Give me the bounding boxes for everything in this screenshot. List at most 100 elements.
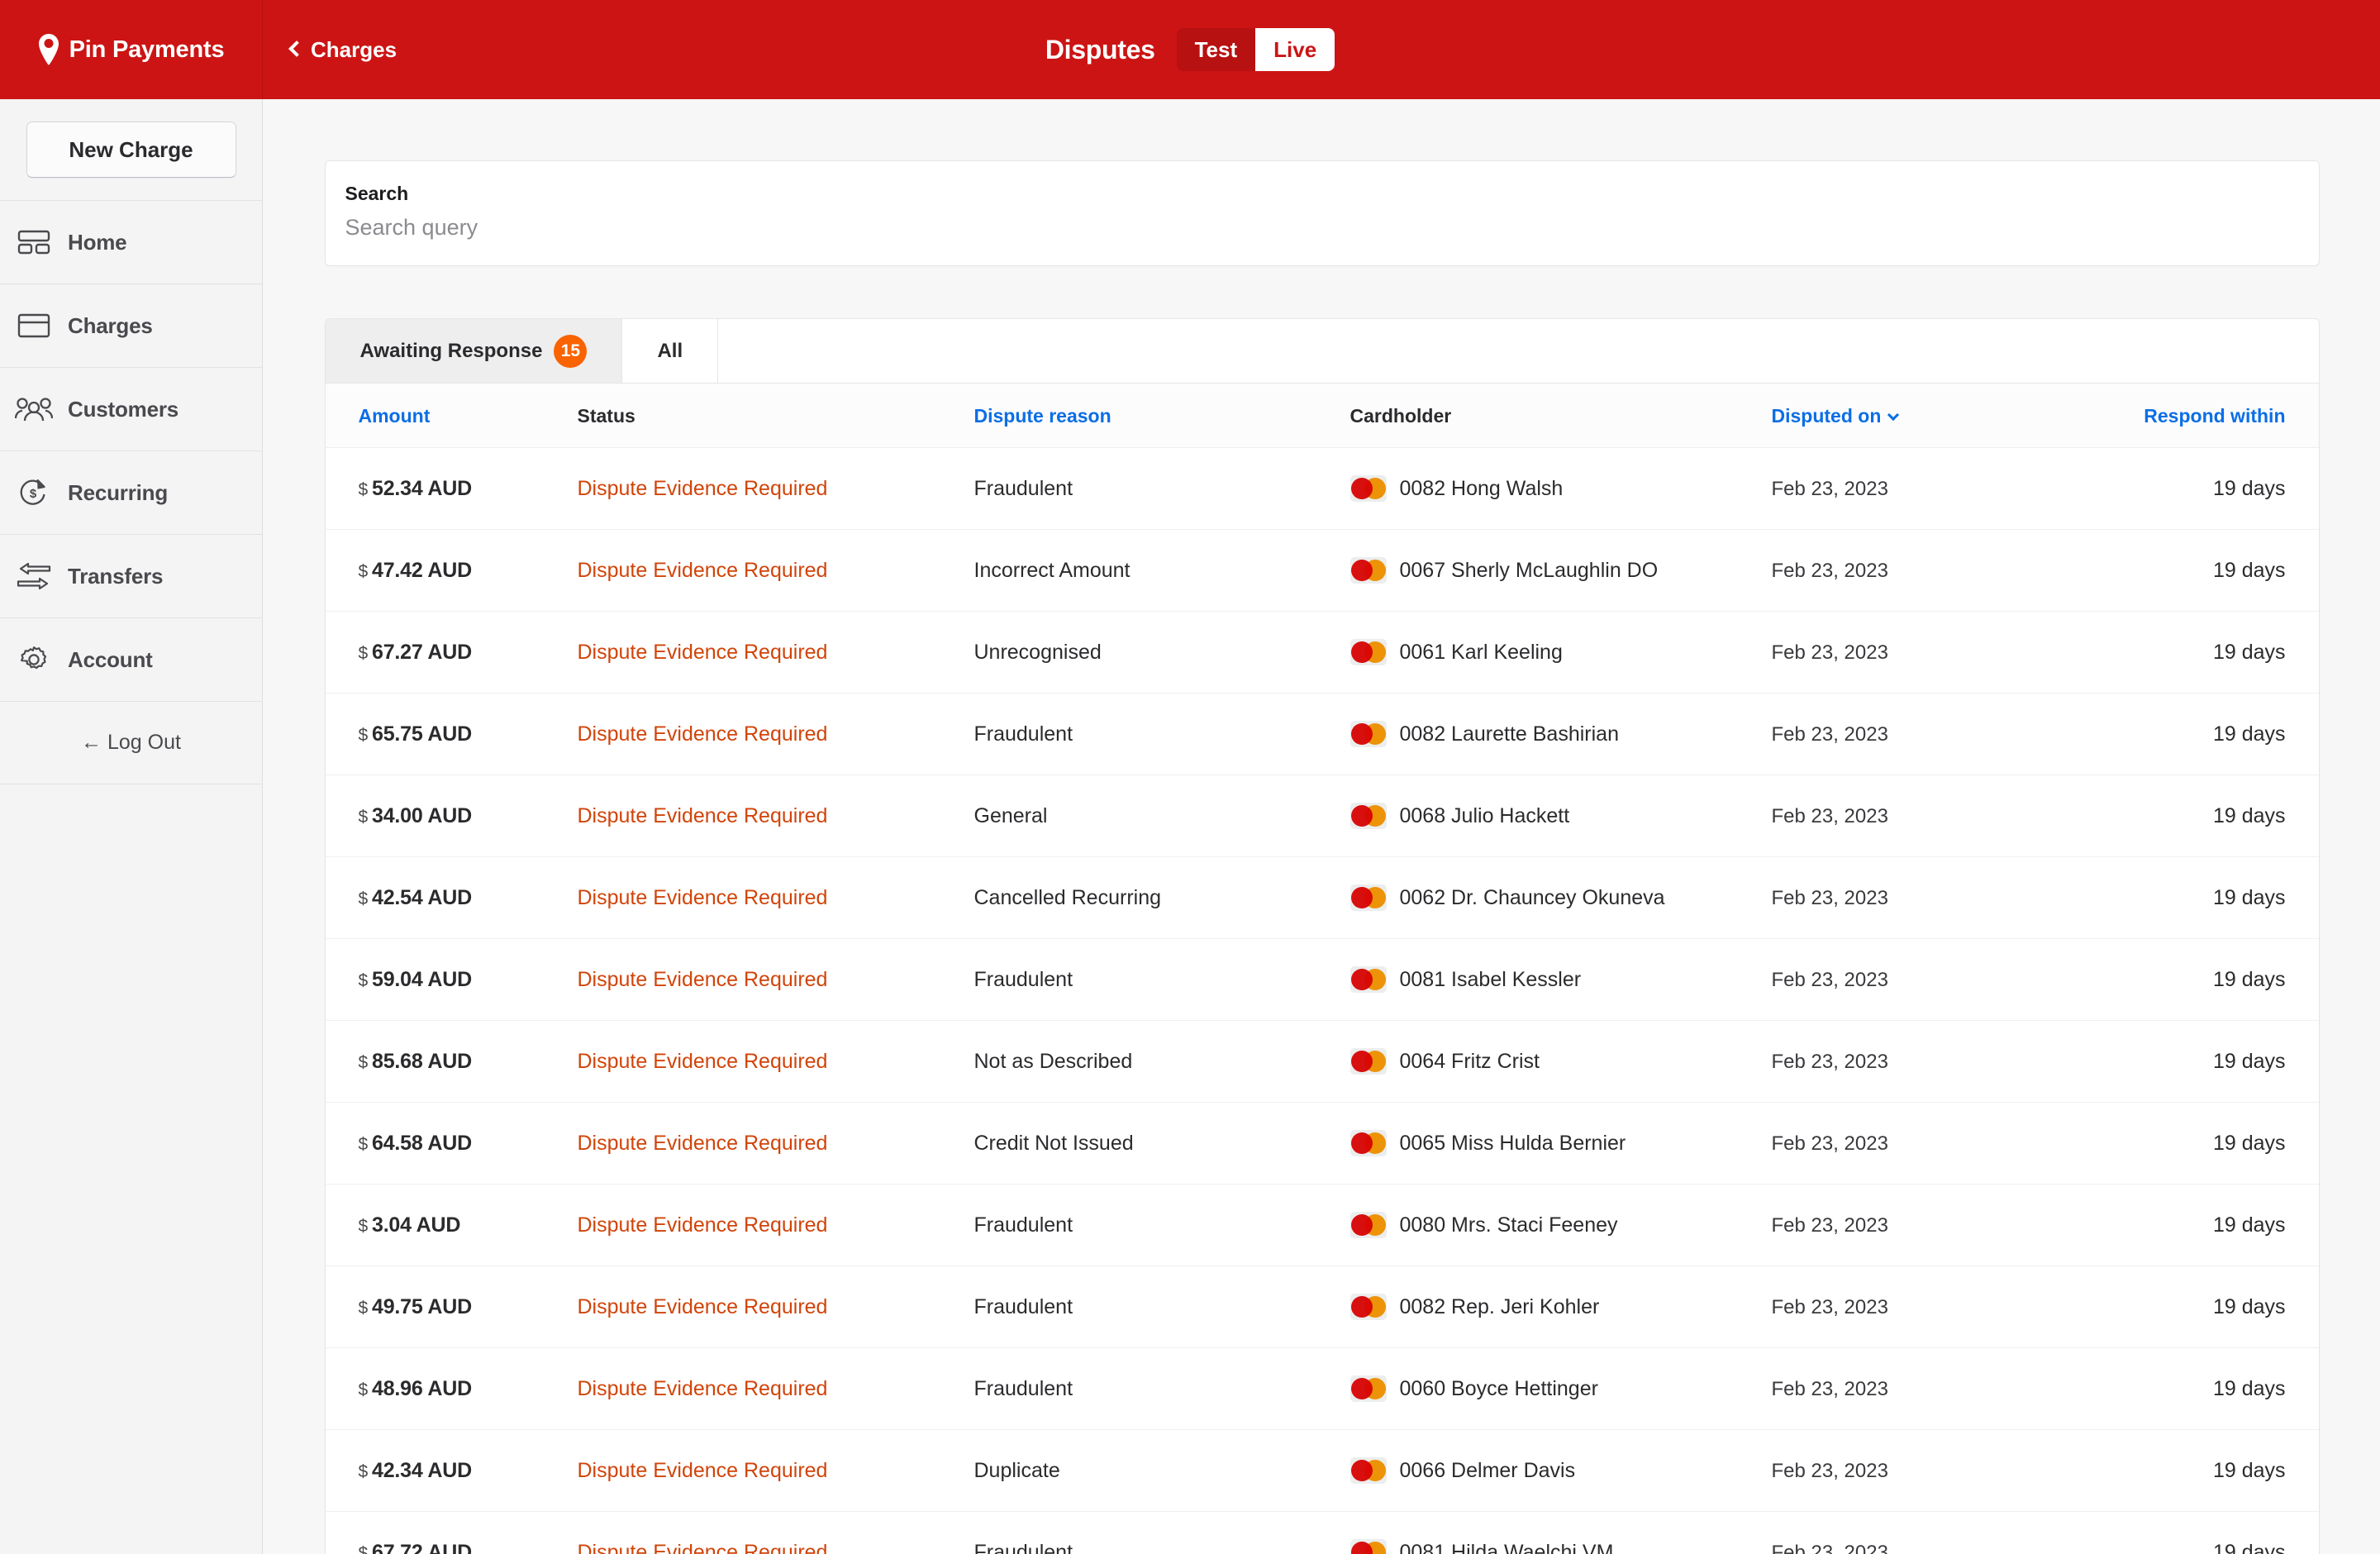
table-row[interactable]: $67.27 AUD Dispute Evidence Required Unrec…	[325, 611, 2319, 694]
sidebar-item-customers[interactable]: Customers	[0, 367, 262, 450]
cell-status: Dispute Evidence Required	[577, 775, 974, 857]
tab-all[interactable]: All	[622, 319, 719, 383]
table-row[interactable]: $3.04 AUD Dispute Evidence Required Fraudu…	[325, 1184, 2319, 1266]
tab-label: Awaiting Response	[359, 339, 543, 362]
currency-symbol: $	[358, 561, 369, 581]
cell-dispute-reason: Duplicate	[973, 1429, 1350, 1512]
sidebar-item-recurring[interactable]: $ Recurring	[0, 450, 262, 534]
top-bar: Pin Payments Charges Disputes Test Live	[0, 0, 2380, 99]
disputed-on-date: Feb 23, 2023	[1771, 1541, 1888, 1554]
status-text[interactable]: Dispute Evidence Required	[578, 886, 828, 909]
table-row[interactable]: $34.00 AUD Dispute Evidence Required Gener…	[325, 775, 2319, 857]
column-header-amount[interactable]: Amount	[325, 384, 578, 448]
table-row[interactable]: $85.68 AUD Dispute Evidence Required Not a…	[325, 1020, 2319, 1103]
mastercard-icon	[1349, 1294, 1387, 1320]
table-body: $52.34 AUD Dispute Evidence Required Fraud…	[325, 447, 2319, 1554]
cardholder-name: 0067 Sherly McLaughlin DO	[1399, 558, 1659, 582]
cardholder-name: 0082 Hong Walsh	[1399, 476, 1564, 500]
back-link-label: Charges	[311, 36, 397, 62]
disputed-on-date: Feb 23, 2023	[1771, 1213, 1888, 1237]
mastercard-icon	[1349, 557, 1387, 584]
page-title: Disputes	[1045, 34, 1155, 64]
status-text[interactable]: Dispute Evidence Required	[578, 477, 828, 500]
table-row[interactable]: $67.72 AUD Dispute Evidence Required Fraud…	[325, 1511, 2319, 1554]
status-text[interactable]: Dispute Evidence Required	[578, 641, 828, 664]
logout-label: ← Log Out	[81, 731, 181, 754]
status-text[interactable]: Dispute Evidence Required	[578, 1377, 828, 1400]
table-row[interactable]: $59.04 AUD Dispute Evidence Required Fraud…	[325, 938, 2319, 1021]
mode-option-live[interactable]: Live	[1255, 28, 1335, 71]
cardholder-name: 0065 Miss Hulda Bernier	[1399, 1131, 1626, 1155]
sidebar-item-transfers[interactable]: Transfers	[0, 534, 262, 617]
mastercard-icon	[1349, 884, 1387, 911]
status-text[interactable]: Dispute Evidence Required	[578, 559, 828, 582]
status-text[interactable]: Dispute Evidence Required	[578, 1213, 828, 1237]
status-text[interactable]: Dispute Evidence Required	[578, 1459, 828, 1482]
status-text[interactable]: Dispute Evidence Required	[578, 968, 828, 991]
table-row[interactable]: $65.75 AUD Dispute Evidence Required Fraud…	[325, 693, 2319, 775]
cell-cardholder: 0082 Laurette Bashirian	[1349, 693, 1772, 775]
amount-value: 85.68 AUD	[371, 1049, 472, 1073]
cell-amount: $3.04 AUD	[325, 1184, 578, 1266]
cell-status: Dispute Evidence Required	[577, 1266, 974, 1348]
search-input[interactable]	[345, 215, 2299, 241]
cell-amount: $67.27 AUD	[325, 611, 578, 694]
new-charge-button[interactable]: New Charge	[26, 122, 236, 178]
table-header-row: Amount Status Dispute reason Cardholder …	[325, 384, 2319, 448]
brand-logo-block[interactable]: Pin Payments	[0, 0, 263, 99]
table-row[interactable]: $42.34 AUD Dispute Evidence Required Dupli…	[325, 1429, 2319, 1512]
status-text[interactable]: Dispute Evidence Required	[578, 1541, 828, 1554]
status-text[interactable]: Dispute Evidence Required	[578, 1050, 828, 1073]
column-header-disputed-on[interactable]: Disputed on	[1771, 384, 2086, 448]
status-text[interactable]: Dispute Evidence Required	[578, 1132, 828, 1155]
amount-value: 42.34 AUD	[371, 1458, 472, 1482]
cell-cardholder: 0061 Karl Keeling	[1349, 611, 1772, 694]
chevron-down-icon	[1887, 408, 1900, 422]
cell-status: Dispute Evidence Required	[577, 1429, 974, 1512]
cell-status: Dispute Evidence Required	[577, 447, 974, 530]
cell-amount: $52.34 AUD	[325, 447, 578, 530]
cell-amount: $42.54 AUD	[325, 856, 578, 939]
sidebar-item-charges[interactable]: Charges	[0, 284, 262, 367]
disputed-on-date: Feb 23, 2023	[1771, 968, 1888, 991]
cell-amount: $64.58 AUD	[325, 1102, 578, 1185]
back-to-charges-link[interactable]: Charges	[288, 36, 397, 63]
table-row[interactable]: $49.75 AUD Dispute Evidence Required Fraud…	[325, 1266, 2319, 1348]
table-row[interactable]: $42.54 AUD Dispute Evidence Required Cance…	[325, 856, 2319, 939]
status-text[interactable]: Dispute Evidence Required	[578, 804, 828, 827]
sidebar-item-home[interactable]: Home	[0, 200, 262, 284]
currency-symbol: $	[358, 970, 369, 990]
amount-value: 47.42 AUD	[371, 558, 472, 582]
table-row[interactable]: $47.42 AUD Dispute Evidence Required Incor…	[325, 529, 2319, 612]
cell-respond-within: 19 days	[2085, 1429, 2319, 1512]
status-text[interactable]: Dispute Evidence Required	[578, 722, 828, 746]
tab-awaiting-response[interactable]: Awaiting Response 15	[325, 319, 623, 383]
table-row[interactable]: $52.34 AUD Dispute Evidence Required Fraud…	[325, 447, 2319, 530]
cardholder-name: 0066 Delmer Davis	[1399, 1458, 1576, 1482]
cell-amount: $85.68 AUD	[325, 1020, 578, 1103]
people-icon	[15, 390, 53, 428]
cell-respond-within: 19 days	[2085, 1102, 2319, 1185]
column-header-respond-within[interactable]: Respond within	[2085, 384, 2319, 448]
logout-button[interactable]: ← Log Out	[0, 701, 262, 784]
svg-text:$: $	[30, 487, 37, 501]
cell-respond-within: 19 days	[2085, 1266, 2319, 1348]
sidebar-item-label: Account	[68, 646, 153, 672]
mode-toggle[interactable]: Test Live	[1176, 28, 1335, 71]
amount-value: 48.96 AUD	[371, 1376, 472, 1400]
disputed-on-date: Feb 23, 2023	[1771, 641, 1888, 664]
mastercard-icon	[1349, 639, 1387, 665]
table-row[interactable]: $48.96 AUD Dispute Evidence Required Fraud…	[325, 1347, 2319, 1430]
cell-amount: $67.72 AUD	[325, 1511, 578, 1554]
table-row[interactable]: $64.58 AUD Dispute Evidence Required Credi…	[325, 1102, 2319, 1185]
status-text[interactable]: Dispute Evidence Required	[578, 1295, 828, 1318]
mastercard-icon	[1349, 1539, 1387, 1554]
respond-within-value: 19 days	[2212, 967, 2286, 991]
column-header-cardholder: Cardholder	[1349, 384, 1772, 448]
cell-status: Dispute Evidence Required	[577, 938, 974, 1021]
mode-option-test[interactable]: Test	[1176, 28, 1256, 71]
cell-dispute-reason: Fraudulent	[973, 693, 1350, 775]
sidebar-item-account[interactable]: Account	[0, 617, 262, 701]
cell-cardholder: 0080 Mrs. Staci Feeney	[1349, 1184, 1772, 1266]
column-header-dispute-reason[interactable]: Dispute reason	[973, 384, 1350, 448]
